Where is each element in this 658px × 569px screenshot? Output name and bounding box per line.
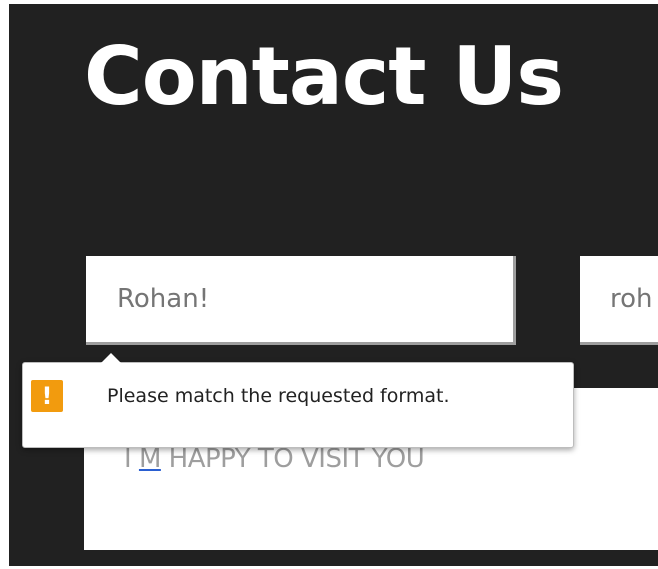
email-field[interactable]	[580, 256, 658, 345]
warning-icon: !	[31, 380, 63, 412]
tooltip-arrow	[101, 353, 121, 363]
page-title: Contact Us	[84, 30, 564, 123]
validation-tooltip: ! Please match the requested format.	[22, 353, 574, 448]
name-field[interactable]	[86, 256, 516, 345]
message-text-suffix: HAPPY TO VISIT YOU	[160, 444, 425, 474]
message-spellcheck-word: M	[138, 444, 161, 474]
contact-section: Contact Us I M HAPPY TO VISIT YOU ! Plea…	[9, 4, 658, 566]
message-text-prefix: I	[124, 444, 139, 474]
validation-message: Please match the requested format.	[107, 385, 450, 407]
